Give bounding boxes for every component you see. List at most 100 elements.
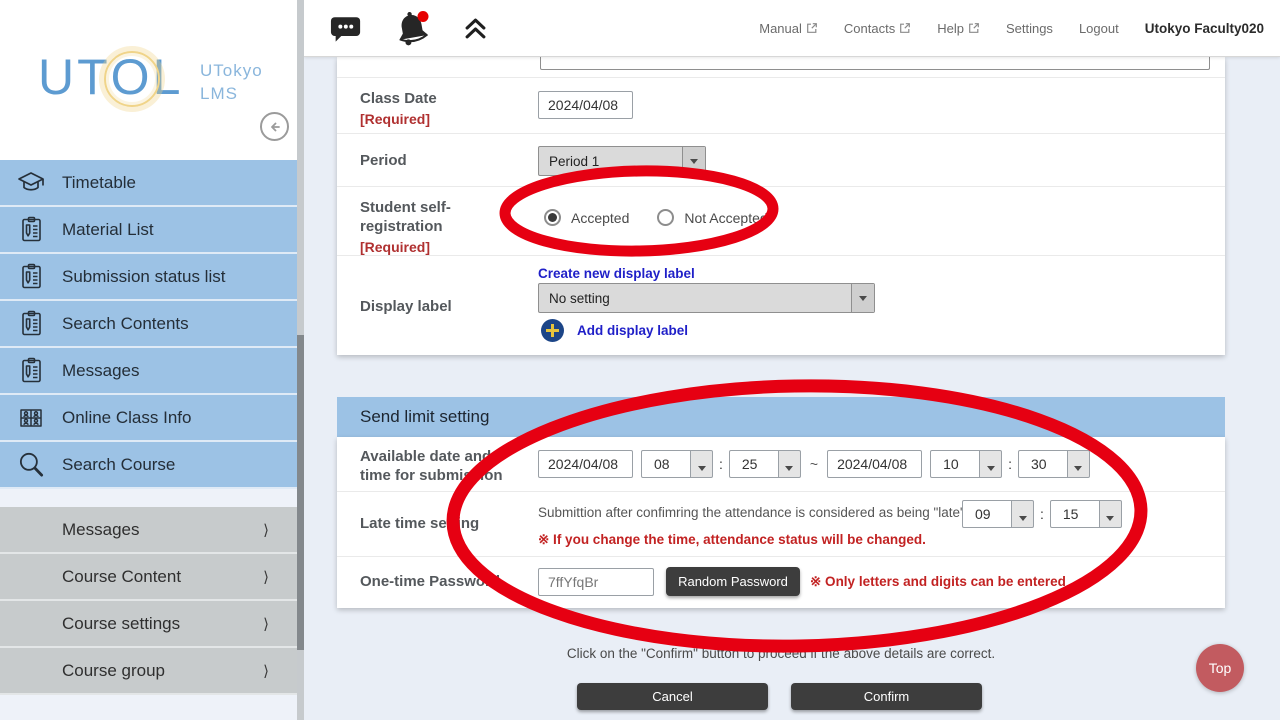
add-display-label-link[interactable]: Add display label bbox=[577, 323, 688, 338]
topbar-link-help[interactable]: Help bbox=[937, 21, 980, 36]
start-minute-spinner bbox=[729, 450, 801, 478]
class-settings-card: Class Date [Required] Period Period 1 St… bbox=[337, 57, 1225, 355]
triangle-down-icon bbox=[987, 466, 995, 471]
sidebar-item-label: Course Content bbox=[62, 567, 181, 587]
self-registration-radio-group: Accepted Not Accepted bbox=[544, 209, 776, 226]
topbar-link-settings[interactable]: Settings bbox=[1006, 21, 1053, 36]
sidebar-item-label: Online Class Info bbox=[62, 408, 191, 428]
utol-logo[interactable]: UTOL bbox=[38, 48, 183, 106]
chevron-right-icon: ⟩ bbox=[263, 568, 269, 586]
row-one-time-password: One-time Password Random Password ※ Only… bbox=[337, 557, 1225, 607]
sidebar-item-course-messages[interactable]: Messages ⟩ bbox=[0, 507, 297, 554]
period-select[interactable]: Period 1 bbox=[538, 146, 706, 176]
sidebar-item-label: Search Contents bbox=[62, 314, 189, 334]
collapse-header-chevrons-icon[interactable] bbox=[464, 18, 487, 39]
sidebar-collapse-button[interactable] bbox=[260, 112, 289, 141]
class-date-input[interactable] bbox=[538, 91, 633, 119]
sidebar-item-timetable[interactable]: Timetable bbox=[0, 160, 297, 207]
late-minute-input[interactable] bbox=[1050, 500, 1100, 528]
spinner-button[interactable] bbox=[980, 450, 1002, 478]
sidebar-scrollbar[interactable] bbox=[297, 0, 304, 720]
send-limit-card: Available date and time for submission :… bbox=[337, 437, 1225, 608]
range-separator: ~ bbox=[810, 456, 818, 472]
end-minute-spinner bbox=[1018, 450, 1090, 478]
create-display-label-link[interactable]: Create new display label bbox=[538, 266, 695, 281]
triangle-down-icon bbox=[1074, 466, 1082, 471]
row-class-date: Class Date [Required] bbox=[337, 78, 1225, 134]
spinner-button[interactable] bbox=[691, 450, 713, 478]
end-hour-input[interactable] bbox=[930, 450, 980, 478]
cancel-button[interactable]: Cancel bbox=[577, 683, 768, 710]
spinner-button[interactable] bbox=[1068, 450, 1090, 478]
sidebar-item-label: Submission status list bbox=[62, 267, 225, 287]
document-list-icon bbox=[0, 215, 62, 245]
chevron-right-icon: ⟩ bbox=[263, 521, 269, 539]
otp-note: ※ Only letters and digits can be entered bbox=[810, 574, 1066, 590]
display-label-select[interactable]: No setting bbox=[538, 283, 875, 313]
radio-accepted[interactable] bbox=[544, 209, 561, 226]
late-hour-input[interactable] bbox=[962, 500, 1012, 528]
random-password-button[interactable]: Random Password bbox=[666, 567, 800, 596]
sidebar-item-label: Messages bbox=[62, 520, 139, 540]
sidebar-item-search-course[interactable]: Search Course bbox=[0, 442, 297, 489]
scrollbar-thumb[interactable] bbox=[297, 335, 304, 650]
sidebar-item-search-contents[interactable]: Search Contents bbox=[0, 301, 297, 348]
sidebar-item-course-content[interactable]: Course Content ⟩ bbox=[0, 554, 297, 601]
notification-badge bbox=[418, 11, 429, 22]
row-available-datetime: Available date and time for submission :… bbox=[337, 437, 1225, 492]
sidebar-item-material-list[interactable]: Material List bbox=[0, 207, 297, 254]
late-time-warning: ※ If you change the time, attendance sta… bbox=[538, 532, 926, 548]
triangle-down-icon bbox=[785, 466, 793, 471]
sidebar-nav: Timetable Material List Submission statu… bbox=[0, 160, 297, 695]
username: Utokyo Faculty020 bbox=[1145, 21, 1264, 36]
spinner-button[interactable] bbox=[1012, 500, 1034, 528]
sidebar-item-online-class-info[interactable]: Online Class Info bbox=[0, 395, 297, 442]
plus-icon[interactable] bbox=[541, 319, 564, 342]
end-date-input[interactable] bbox=[827, 450, 922, 478]
select-arrow-button[interactable] bbox=[851, 284, 874, 312]
spinner-button[interactable] bbox=[1100, 500, 1122, 528]
external-link-icon bbox=[968, 22, 980, 34]
confirm-button[interactable]: Confirm bbox=[791, 683, 982, 710]
sidebar-item-course-group[interactable]: Course group ⟩ bbox=[0, 648, 297, 695]
triangle-down-icon bbox=[698, 466, 706, 471]
topbar-link-logout[interactable]: Logout bbox=[1079, 21, 1119, 36]
chevron-right-icon: ⟩ bbox=[263, 662, 269, 680]
sidebar-item-messages[interactable]: Messages bbox=[0, 348, 297, 395]
radio-not-accepted[interactable] bbox=[657, 209, 674, 226]
sidebar-item-submission-status-list[interactable]: Submission status list bbox=[0, 254, 297, 301]
chevron-right-icon: ⟩ bbox=[263, 615, 269, 633]
required-badge: [Required] bbox=[360, 111, 520, 129]
start-hour-spinner bbox=[641, 450, 713, 478]
add-display-label[interactable]: Add display label bbox=[541, 319, 688, 342]
display-label-label: Display label bbox=[360, 298, 520, 317]
sidebar-item-course-settings[interactable]: Course settings ⟩ bbox=[0, 601, 297, 648]
available-datetime-label: Available date and time for submission bbox=[360, 448, 520, 486]
triangle-down-icon bbox=[1019, 516, 1027, 521]
period-label: Period bbox=[360, 152, 520, 171]
chat-icon[interactable] bbox=[330, 14, 362, 43]
otp-label: One-time Password bbox=[360, 573, 540, 592]
otp-input[interactable] bbox=[538, 568, 654, 596]
clipped-text-input[interactable] bbox=[540, 57, 1210, 70]
triangle-down-icon bbox=[1106, 516, 1114, 521]
document-list-icon bbox=[0, 309, 62, 339]
select-arrow-button[interactable] bbox=[682, 147, 705, 175]
end-minute-input[interactable] bbox=[1018, 450, 1068, 478]
spinner-button[interactable] bbox=[779, 450, 801, 478]
start-date-input[interactable] bbox=[538, 450, 633, 478]
sidebar-item-label: Course group bbox=[62, 661, 165, 681]
topbar-link-manual[interactable]: Manual bbox=[759, 21, 818, 36]
arrow-left-icon bbox=[267, 119, 283, 135]
start-hour-input[interactable] bbox=[641, 450, 691, 478]
sidebar-gap bbox=[0, 489, 297, 507]
topbar-link-contacts[interactable]: Contacts bbox=[844, 21, 911, 36]
online-class-grid-icon bbox=[0, 403, 62, 433]
notification-bell-icon[interactable] bbox=[392, 10, 434, 47]
send-limit-header: Send limit setting bbox=[337, 397, 1225, 437]
late-time-description: Submittion after confimring the attendan… bbox=[538, 505, 965, 520]
sidebar-item-label: Course settings bbox=[62, 614, 180, 634]
document-list-icon bbox=[0, 356, 62, 386]
start-minute-input[interactable] bbox=[729, 450, 779, 478]
scroll-to-top-button[interactable]: Top bbox=[1196, 644, 1244, 692]
